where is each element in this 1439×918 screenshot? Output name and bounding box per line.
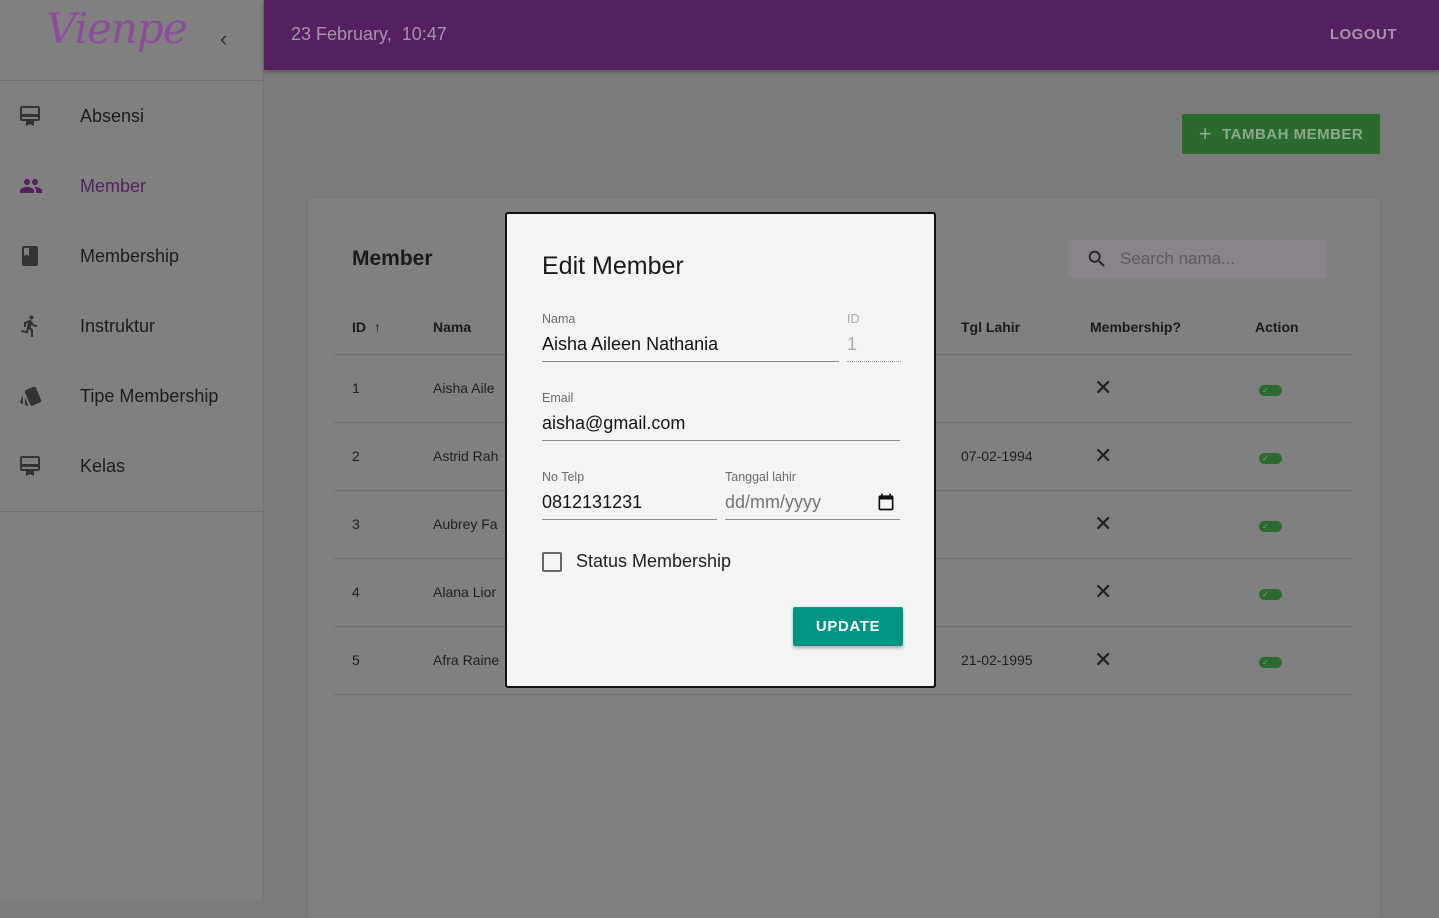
- close-icon: ✕: [1090, 626, 1255, 695]
- close-icon: ✕: [1090, 354, 1255, 423]
- cell-id: 1: [334, 354, 433, 423]
- nama-field: Nama: [542, 312, 839, 362]
- cell-tgl-lahir: [961, 558, 1090, 627]
- sidebar-item-membership[interactable]: Membership: [0, 221, 263, 291]
- email-input[interactable]: [542, 411, 900, 441]
- email-label: Email: [542, 391, 574, 405]
- card-title: Member: [352, 247, 433, 270]
- tanggal-lahir-field: Tanggal lahir: [725, 470, 900, 520]
- sidebar-nav: Absensi Member Membership Instruktur Tip…: [0, 81, 263, 512]
- sidebar-item-absensi[interactable]: Absensi: [0, 81, 263, 151]
- column-header-action: Action: [1255, 300, 1352, 355]
- nama-label: Nama: [542, 312, 576, 326]
- search-icon: [1088, 250, 1105, 267]
- id-label: ID: [847, 312, 860, 326]
- column-header-id[interactable]: ID ↑: [334, 300, 433, 355]
- search-input[interactable]: [1120, 249, 1320, 269]
- sidebar-item-label: Absensi: [80, 105, 145, 126]
- telp-label: No Telp: [542, 470, 585, 484]
- cell-id: 5: [334, 626, 433, 695]
- brand-logo: Vienpe: [46, 4, 188, 53]
- cell-tgl-lahir: 07-02-1994: [961, 422, 1090, 491]
- dialog-title: Edit Member: [542, 252, 684, 280]
- cell-action: ✓: [1255, 558, 1352, 627]
- style-cards-icon: [0, 384, 80, 408]
- cell-tgl-lahir: [961, 490, 1090, 559]
- sidebar-item-label: Member: [80, 175, 147, 196]
- sidebar-item-tipe-membership[interactable]: Tipe Membership: [0, 361, 263, 431]
- logo-area: Vienpe ‹: [0, 0, 263, 81]
- column-header-membership[interactable]: Membership?: [1090, 300, 1255, 355]
- cell-tgl-lahir: [961, 354, 1090, 423]
- nama-input[interactable]: [542, 332, 839, 362]
- sidebar-item-label: Instruktur: [80, 315, 156, 336]
- tanggal-lahir-label: Tanggal lahir: [725, 470, 796, 484]
- card-membership-icon: [0, 104, 80, 128]
- sidebar-item-kelas[interactable]: Kelas: [0, 431, 263, 501]
- checkbox-box[interactable]: [542, 551, 562, 572]
- running-icon: [0, 314, 80, 338]
- add-member-label: TAMBAH MEMBER: [1222, 125, 1364, 143]
- toggle-on-icon[interactable]: ✓: [1259, 521, 1282, 532]
- sidebar: Vienpe ‹ Absensi Member Membership Instr…: [0, 0, 264, 899]
- sidebar-item-instruktur[interactable]: Instruktur: [0, 291, 263, 361]
- sidebar-item-label: Kelas: [80, 455, 126, 476]
- add-member-button[interactable]: + TAMBAH MEMBER: [1182, 114, 1380, 154]
- card-membership-icon: [0, 454, 80, 478]
- cell-action: ✓: [1255, 626, 1352, 695]
- tanggal-lahir-input[interactable]: [725, 490, 900, 520]
- column-header-tgl-lahir[interactable]: Tgl Lahir: [961, 300, 1090, 355]
- search-box: [1068, 240, 1327, 278]
- email-field: Email: [542, 391, 900, 441]
- toggle-on-icon[interactable]: ✓: [1259, 589, 1282, 600]
- close-icon: ✕: [1090, 422, 1255, 491]
- cell-id: 4: [334, 558, 433, 627]
- cell-tgl-lahir: 21-02-1995: [961, 626, 1090, 695]
- toggle-on-icon[interactable]: ✓: [1259, 453, 1282, 464]
- close-icon: ✕: [1090, 558, 1255, 627]
- toggle-on-icon[interactable]: ✓: [1259, 385, 1282, 396]
- id-input: [847, 332, 901, 362]
- sidebar-item-label: Tipe Membership: [80, 385, 219, 406]
- top-bar: 23 February, 10:47 LOGOUT: [264, 0, 1439, 70]
- cell-action: ✓: [1255, 354, 1352, 423]
- calendar-icon[interactable]: [876, 492, 896, 517]
- telp-input[interactable]: [542, 490, 717, 520]
- status-membership-label: Status Membership: [576, 551, 732, 571]
- cell-action: ✓: [1255, 422, 1352, 491]
- edit-member-dialog: Edit Member Nama ID Email No Telp Tangga…: [505, 212, 936, 688]
- telp-field: No Telp: [542, 470, 717, 520]
- status-membership-checkbox[interactable]: Status Membership: [542, 551, 731, 572]
- update-button[interactable]: UPDATE: [793, 607, 903, 646]
- cell-action: ✓: [1255, 490, 1352, 559]
- toggle-on-icon[interactable]: ✓: [1259, 657, 1282, 668]
- book-icon: [0, 244, 80, 268]
- cell-id: 3: [334, 490, 433, 559]
- arrow-up-icon: ↑: [373, 318, 381, 335]
- plus-icon: +: [1198, 121, 1213, 146]
- people-icon: [0, 174, 80, 198]
- id-field: ID: [847, 312, 901, 362]
- sidebar-item-member[interactable]: Member: [0, 151, 263, 221]
- sidebar-item-label: Membership: [80, 245, 180, 266]
- cell-id: 2: [334, 422, 433, 491]
- close-icon: ✕: [1090, 490, 1255, 559]
- chevron-left-icon[interactable]: ‹: [220, 26, 227, 52]
- logout-button[interactable]: LOGOUT: [1330, 26, 1397, 43]
- datetime: 23 February, 10:47: [291, 24, 447, 44]
